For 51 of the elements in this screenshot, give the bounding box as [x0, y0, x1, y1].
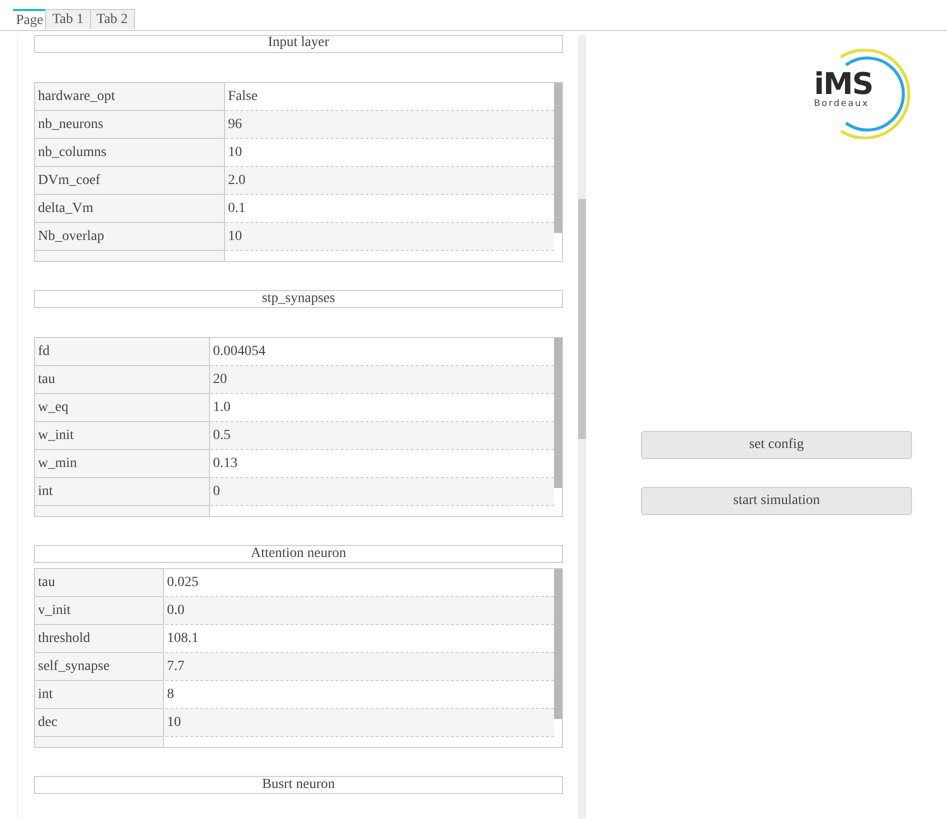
table-cell[interactable]: 10 [225, 223, 554, 250]
table-cell[interactable]: 2.0 [225, 167, 554, 194]
table-cell: fd [35, 338, 210, 366]
table-cell[interactable]: 96 [225, 111, 554, 138]
action-button[interactable]: start simulation [641, 487, 912, 515]
table-cell[interactable]: 20 [210, 366, 554, 393]
table-cell: w_min [35, 450, 210, 478]
scrollbar-thumb[interactable] [554, 569, 562, 719]
table-cell[interactable]: 8 [164, 681, 554, 708]
section-header: stp_synapses [34, 290, 563, 308]
table-cell[interactable]: 0.0 [164, 597, 554, 624]
table-cell: tau [35, 569, 164, 597]
table-cell[interactable]: 0.004054 [210, 338, 554, 365]
scrollbar-thumb[interactable] [554, 338, 562, 488]
table-cell[interactable]: 10 [225, 139, 554, 166]
table-cell: int [35, 478, 210, 506]
section-header: Busrt neuron [34, 776, 563, 794]
table-cell: delta_Vm [35, 195, 225, 223]
table-cell[interactable]: 0.13 [210, 450, 554, 477]
table-cell[interactable]: 0.5 [210, 422, 554, 449]
table-cell: threshold [35, 625, 164, 653]
tab[interactable]: Page [13, 9, 46, 30]
table-cell[interactable]: 0.025 [164, 569, 554, 596]
table-cell: nb_columns [35, 139, 225, 167]
table-cell[interactable]: 10 [164, 709, 554, 736]
table-cell[interactable]: 7.7 [164, 653, 554, 680]
scrollbar-thumb[interactable] [578, 199, 586, 439]
table-cell: self_synapse [35, 653, 164, 681]
table-cell[interactable]: 1.0 [210, 394, 554, 421]
table-cell[interactable]: 108.1 [164, 625, 554, 652]
table-cell: v_init [35, 597, 164, 625]
table-cell: w_init [35, 422, 210, 450]
section-header: Input layer [34, 35, 563, 53]
table-cell: w_eq [35, 394, 210, 422]
table-cell[interactable]: 0 [210, 478, 554, 505]
table-cell: tau [35, 366, 210, 394]
logo-subtitle: Bordeaux [814, 99, 870, 109]
table-cell[interactable]: 0.1 [225, 195, 554, 222]
table-cell: int [35, 681, 164, 709]
table-cell[interactable]: False [225, 83, 554, 110]
table-cell: DVm_coef [35, 167, 225, 195]
table-cell: dec [35, 709, 164, 737]
logo-text: iMS [814, 71, 873, 99]
section-header: Attention neuron [34, 545, 563, 563]
table-cell: hardware_opt [35, 83, 225, 111]
action-button[interactable]: set config [641, 431, 912, 459]
tab[interactable]: Tab 2 [90, 9, 135, 29]
tab[interactable]: Tab 1 [45, 9, 91, 29]
scrollbar-thumb[interactable] [554, 83, 562, 233]
table-cell: Nb_overlap [35, 223, 225, 251]
table-cell: nb_neurons [35, 111, 225, 139]
